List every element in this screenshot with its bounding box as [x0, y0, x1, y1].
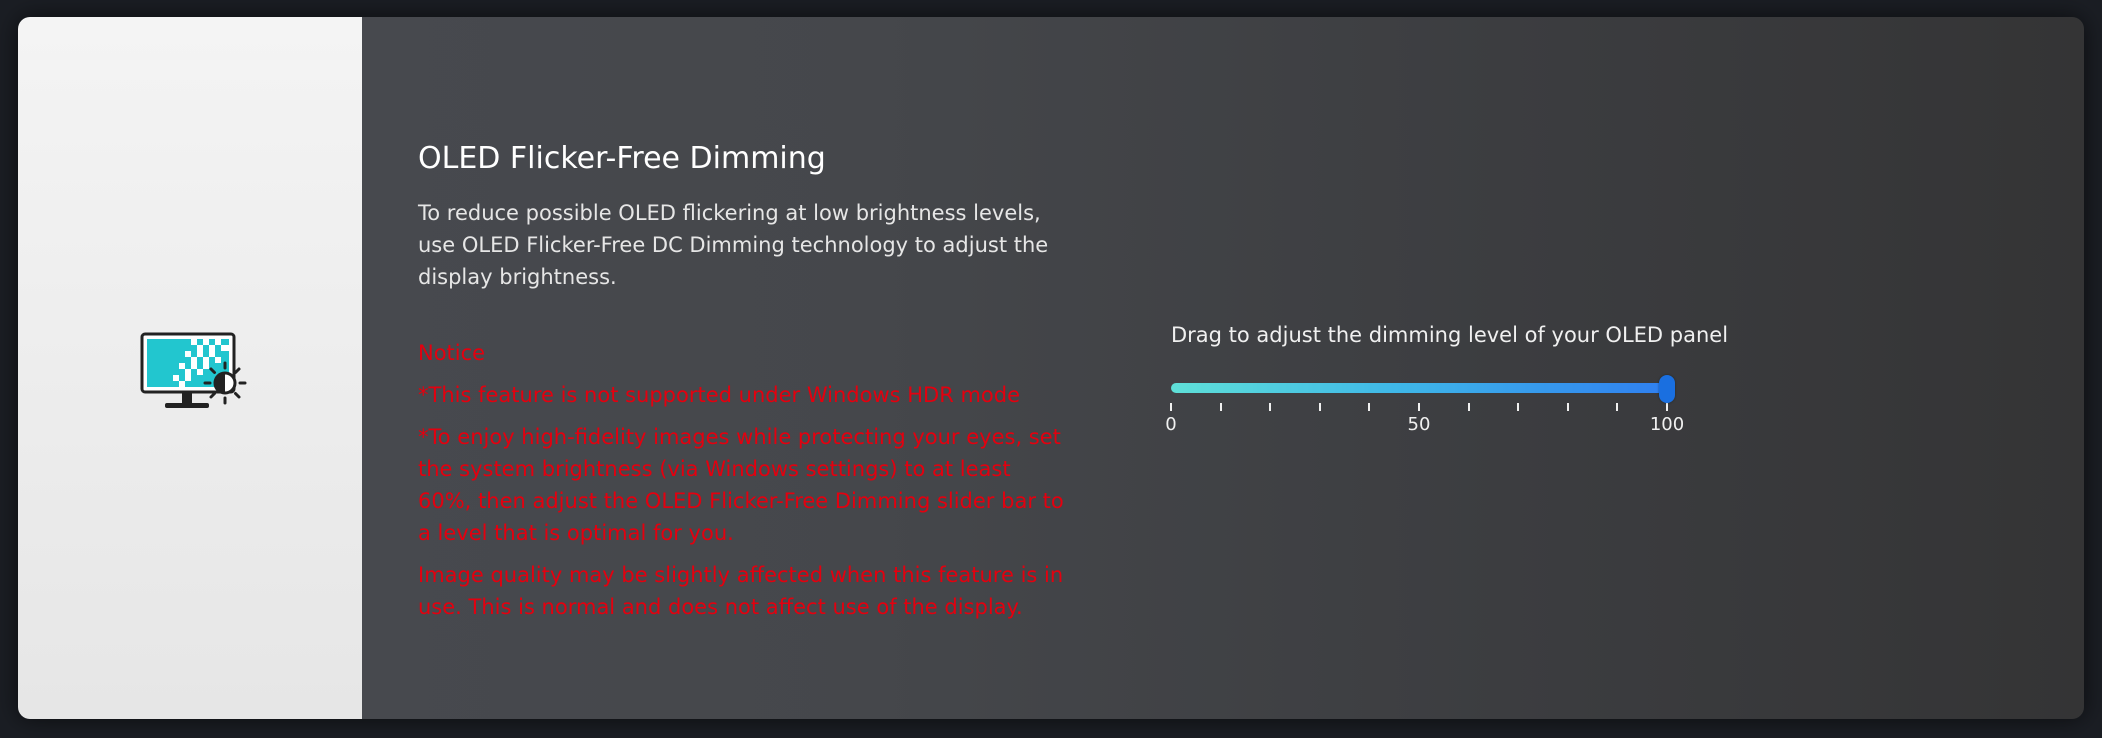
slider-ticks — [1170, 403, 1668, 411]
app-window: OLED Flicker-Free Dimming To reduce poss… — [18, 17, 2084, 719]
slider-tick — [1269, 403, 1272, 411]
page-title: OLED Flicker-Free Dimming — [418, 141, 826, 176]
notice-image-quality: Image quality may be slightly affected w… — [418, 563, 1064, 619]
notice-brightness-tip: *To enjoy high-fidelity images while pro… — [418, 425, 1064, 545]
slider-tick — [1368, 403, 1371, 411]
slider-label: Drag to adjust the dimming level of your… — [1171, 323, 1729, 347]
slider-tick — [1418, 403, 1420, 411]
monitor-brightness-icon — [140, 332, 247, 408]
tick-label-max: 100 — [1649, 414, 1685, 435]
slider-tick — [1467, 403, 1470, 411]
slider-thumb[interactable] — [1659, 375, 1675, 403]
slider-tick — [1170, 403, 1172, 411]
slider-track[interactable] — [1171, 383, 1667, 393]
slider-tick — [1616, 403, 1619, 411]
notice-section: Notice *This feature is not supported un… — [418, 337, 1068, 633]
slider-tick — [1219, 403, 1222, 411]
tick-label-min: 0 — [1165, 414, 1177, 435]
tick-label-mid: 50 — [1407, 414, 1431, 435]
dimming-slider[interactable]: 0 50 100 — [1165, 365, 1684, 435]
notice-hdr-warning: *This feature is not supported under Win… — [418, 383, 1021, 407]
slider-tick — [1318, 403, 1321, 411]
feature-description: To reduce possible OLED flickering at lo… — [418, 201, 1049, 289]
notice-title: Notice — [418, 341, 486, 365]
slider-tick — [1666, 403, 1668, 411]
slider-tick — [1517, 403, 1520, 411]
slider-tick — [1566, 403, 1569, 411]
dimming-slider-block: Drag to adjust the dimming level of your… — [1165, 319, 1771, 435]
feature-icon-pane — [18, 17, 362, 719]
settings-pane: OLED Flicker-Free Dimming To reduce poss… — [362, 17, 2084, 719]
